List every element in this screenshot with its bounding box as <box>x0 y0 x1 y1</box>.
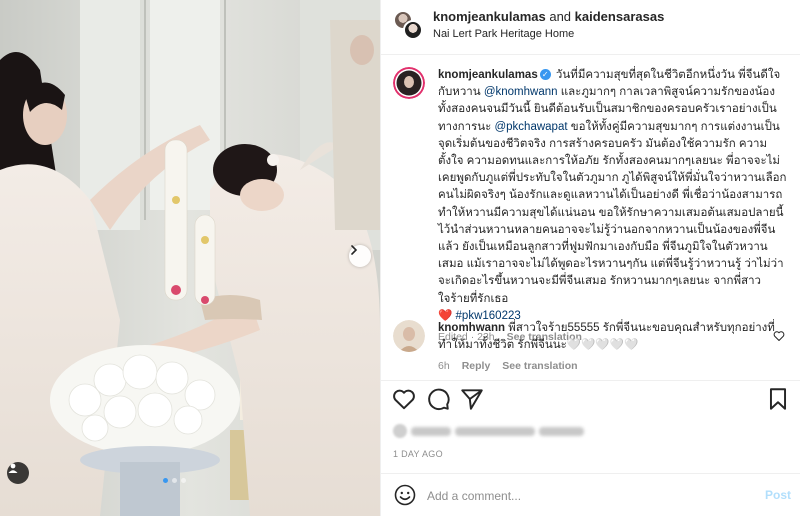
reply-link[interactable]: Reply <box>462 360 491 372</box>
comment-meta: 6h Reply See translation <box>438 358 788 375</box>
username-link[interactable]: kaidensarasas <box>575 9 665 24</box>
paper-plane-icon[interactable] <box>459 386 485 412</box>
comments-section: knomjeankulamas ✓ วันที่มีความสุขที่สุดใน… <box>381 56 800 378</box>
blurred-text <box>411 426 451 436</box>
carousel-dot <box>181 478 186 483</box>
liker-avatar <box>393 424 407 438</box>
avatar[interactable] <box>393 320 425 352</box>
see-translation-link[interactable]: See translation <box>502 360 577 372</box>
mention-link[interactable]: @knomhwann <box>484 86 558 98</box>
collab-avatars[interactable] <box>393 10 423 40</box>
comment-like-heart-icon[interactable] <box>773 330 785 342</box>
avatar <box>403 20 423 40</box>
post-comment-button[interactable]: Post <box>765 488 791 502</box>
post-actions <box>381 380 800 420</box>
collab-usernames: knomjeankulamas and kaidensarasas <box>433 9 664 24</box>
wedding-ceremony-image <box>0 0 380 516</box>
mention-link[interactable]: @pkchawapat <box>494 121 567 133</box>
verified-badge-icon: ✓ <box>539 68 551 80</box>
post-photo[interactable] <box>0 0 380 516</box>
username-link[interactable]: knomjeankulamas <box>433 9 546 24</box>
bookmark-icon[interactable] <box>765 386 791 412</box>
avatar[interactable] <box>393 67 425 99</box>
chevron-right-icon <box>351 245 358 255</box>
caption-text-part: ขอให้ทั้งคู่มีความสุขมากๆ การแต่งงานเป็น… <box>438 120 787 305</box>
comment-text: knomhwann พี่สาวใจร้าย55555 รักพี่จีนนะข… <box>438 320 788 376</box>
comment-time: 6h <box>438 360 450 373</box>
likes-summary-blurred[interactable] <box>393 423 584 439</box>
comment-username[interactable]: knomhwann <box>438 322 505 334</box>
add-comment-bar: Post <box>381 473 800 516</box>
and-text: and <box>549 9 572 24</box>
next-photo-button[interactable] <box>349 245 371 267</box>
post-header: knomjeankulamas and kaidensarasas Nai Le… <box>381 0 800 55</box>
blurred-text <box>539 426 584 436</box>
caption-text: knomjeankulamas ✓ วันที่มีความสุขที่สุดใน… <box>438 67 788 346</box>
carousel-dot <box>172 478 177 483</box>
caption-username[interactable]: knomjeankulamas <box>438 69 538 81</box>
carousel-dot-active <box>163 478 168 483</box>
profile-picture <box>393 67 425 99</box>
profile-picture <box>393 320 425 352</box>
user-tag-icon <box>8 463 18 473</box>
heart-outline-icon[interactable] <box>391 386 417 412</box>
user-tags-button[interactable] <box>7 462 29 484</box>
blurred-text <box>455 426 535 436</box>
comment-input[interactable] <box>427 486 747 506</box>
smiley-icon[interactable] <box>393 483 417 507</box>
post-date[interactable]: 1 DAY AGO <box>393 449 443 459</box>
comment-bubble-icon[interactable] <box>425 386 451 412</box>
location-link[interactable]: Nai Lert Park Heritage Home <box>433 28 574 40</box>
post-detail-panel: knomjeankulamas and kaidensarasas Nai Le… <box>380 0 800 516</box>
carousel-indicator <box>163 478 186 483</box>
